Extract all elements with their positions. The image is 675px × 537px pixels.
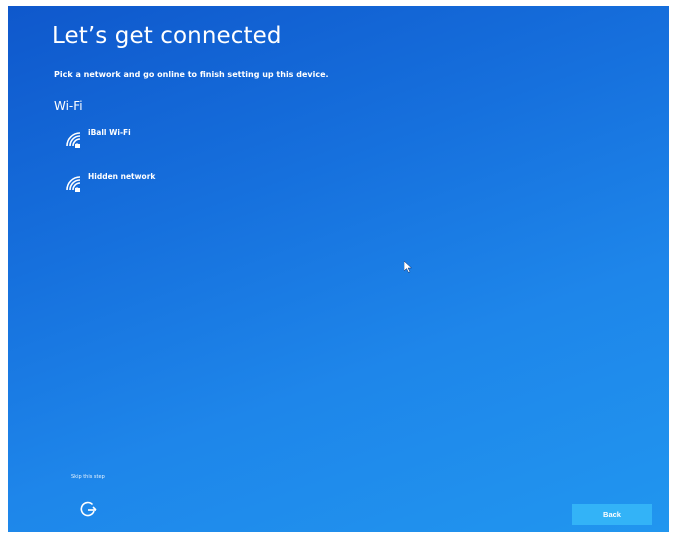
network-item-iball[interactable]: iBall Wi-Fi xyxy=(64,128,131,150)
wifi-secured-icon xyxy=(66,132,81,148)
back-button[interactable]: Back xyxy=(572,504,652,525)
wifi-section-label: Wi-Fi xyxy=(54,99,83,113)
network-name: Hidden network xyxy=(88,172,156,181)
ease-of-access-icon[interactable] xyxy=(78,499,98,519)
setup-screen: Let’s get connected Pick a network and g… xyxy=(8,6,669,532)
wifi-secured-icon xyxy=(66,176,81,192)
network-name: iBall Wi-Fi xyxy=(88,128,131,137)
page-title: Let’s get connected xyxy=(52,23,282,49)
skip-step-link[interactable]: Skip this step xyxy=(71,474,105,480)
network-item-hidden[interactable]: Hidden network xyxy=(64,172,155,194)
mouse-cursor-icon xyxy=(404,261,412,273)
page-subtitle: Pick a network and go online to finish s… xyxy=(54,70,329,79)
